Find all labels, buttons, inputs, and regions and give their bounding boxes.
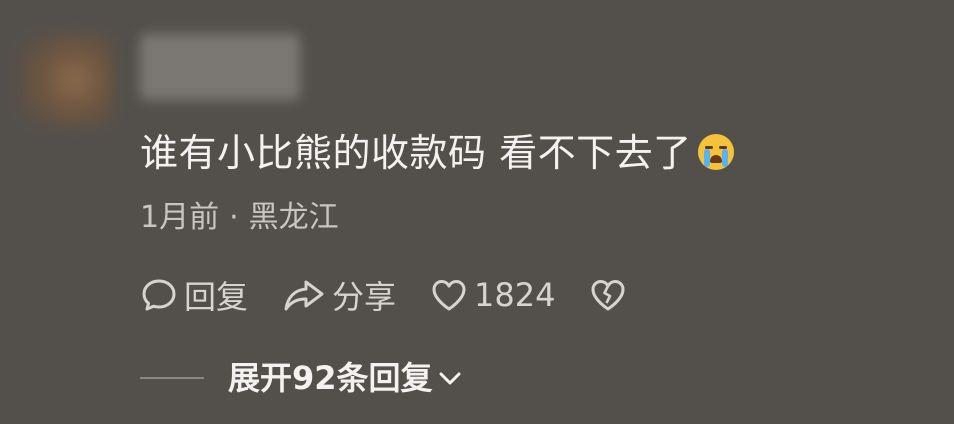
dislike-button[interactable] <box>589 276 633 314</box>
comment-time: 1月前 <box>140 200 220 235</box>
comment-location: 黑龙江 <box>248 200 339 235</box>
comment-item: 谁有小比熊的收款码 看不下去了 1月前 · 黑龙江 回复 分享 1824 展开9… <box>0 0 954 424</box>
share-label: 分享 <box>332 278 397 316</box>
comment-text-row: 谁有小比熊的收款码 看不下去了 <box>140 126 734 180</box>
expand-replies-button[interactable]: 展开92条回复 <box>140 356 463 400</box>
reply-label: 回复 <box>184 278 249 316</box>
reply-button[interactable]: 回复 <box>140 272 248 318</box>
username-blurred[interactable] <box>140 34 300 100</box>
speech-bubble-icon <box>142 279 176 311</box>
chevron-down-icon <box>439 372 461 385</box>
crying-emoji-icon <box>697 133 734 170</box>
avatar[interactable] <box>14 32 114 128</box>
expand-replies-label: 展开92条回复 <box>228 359 433 397</box>
like-button[interactable]: 1824 <box>430 276 555 314</box>
comment-text: 谁有小比熊的收款码 看不下去了 <box>140 131 692 175</box>
comment-meta: 1月前 · 黑龙江 <box>140 196 339 240</box>
comment-actions: 回复 分享 1824 <box>140 272 667 318</box>
broken-heart-icon <box>591 280 625 311</box>
heart-icon <box>432 280 466 311</box>
share-arrow-icon <box>284 280 324 311</box>
meta-separator: · <box>229 200 239 235</box>
like-count: 1824 <box>474 276 556 314</box>
divider-line <box>140 377 204 379</box>
share-button[interactable]: 分享 <box>282 272 396 318</box>
